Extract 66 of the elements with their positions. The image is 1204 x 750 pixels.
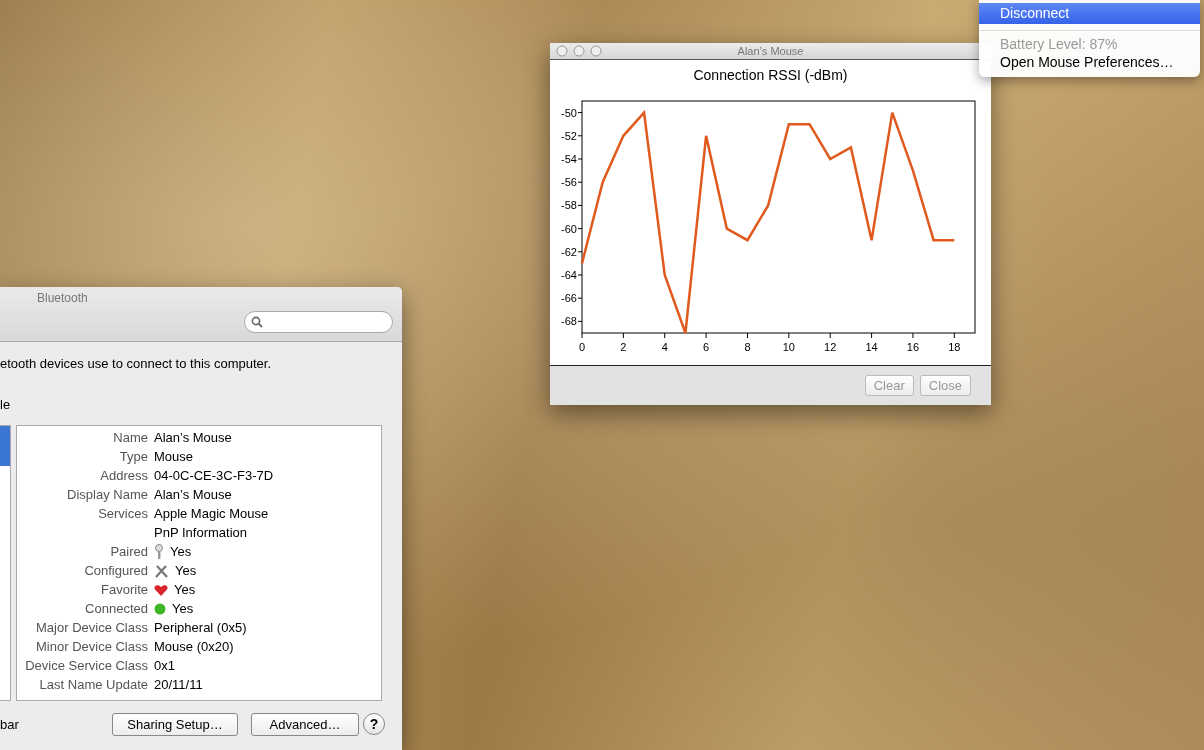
detail-label: Address [100,468,148,483]
detail-value: Mouse (0x20) [154,639,234,654]
detail-label: Configured [84,563,148,578]
detail-label: Device Service Class [25,658,148,673]
x-tick-label: 6 [703,341,710,353]
detail-value: Yes [170,544,192,559]
x-tick-label: 0 [578,341,586,353]
detail-value: Yes [172,601,194,616]
detail-value: 0x1 [154,658,175,673]
detail-value: Peripheral (0x5) [154,620,247,635]
x-tick-label: 12 [824,341,837,353]
footer-label: bar [0,716,20,732]
description-text: etooth devices use to connect to this computer. [0,356,271,371]
window-title: Bluetooth [37,291,88,305]
detail-value: Yes [174,582,196,597]
y-tick-label: -68 [561,315,577,328]
detail-value: Yes [175,563,197,578]
detail-label: Type [119,449,148,464]
detail-label: Major Device Class [36,620,148,635]
y-tick-label: -66 [561,292,577,305]
window-title: Alan’s Mouse [736,45,805,57]
detail-label: Services [98,506,148,521]
x-tick-label: 2 [620,341,627,353]
detail-label: Connected [85,601,148,616]
search-field[interactable] [244,311,393,333]
detail-value: Mouse [154,449,194,464]
detail-label: Display Name [67,487,148,502]
y-tick-label: -60 [561,222,577,235]
detail-label: Minor Device Class [36,639,148,654]
x-tick-label: 18 [948,341,961,353]
y-tick-label: -64 [561,269,577,281]
y-tick-label: -54 [561,153,577,165]
y-tick-label: -56 [561,176,577,189]
sharing-setup-button[interactable]: Sharing Setup… [112,712,238,736]
x-tick-label: 8 [744,341,751,353]
option-label: le [0,397,11,412]
device-list[interactable] [0,425,11,701]
y-tick-label: -58 [561,199,577,212]
chart-title: Connection RSSI (-dBm) [692,67,849,83]
detail-value: 20/11/11 [154,677,203,692]
help-button[interactable]: ? [363,713,385,735]
advanced-button[interactable]: Advanced… [251,712,359,736]
y-tick-label: -52 [561,129,577,142]
x-tick-label: 10 [782,341,795,353]
detail-value: 04-0C-CE-3C-F3-7D [154,468,274,483]
list-selection-highlight [0,426,10,466]
search-icon [251,316,263,328]
window-controls-icon[interactable] [556,45,602,57]
menu-item[interactable]: Disconnect [979,3,1200,24]
detail-label: Name [113,430,148,445]
menu-item[interactable]: Open Mouse Preferences… [979,53,1200,71]
y-tick-label: -50 [561,106,577,119]
detail-label: Favorite [101,582,148,597]
detail-value: PnP Information [154,525,247,540]
detail-label: Paired [110,544,148,559]
detail-label: Last Name Update [39,677,148,692]
status-dot-icon [154,602,166,615]
x-tick-label: 14 [865,341,878,353]
x-tick-label: 16 [906,341,920,353]
detail-value: Alan’s Mouse [154,487,232,502]
x-tick-label: 4 [661,341,668,353]
detail-value: Apple Magic Mouse [154,506,269,521]
detail-value: Alan’s Mouse [154,430,232,445]
y-tick-label: -62 [561,245,577,258]
heart-icon [154,583,168,596]
key-icon [154,544,164,559]
